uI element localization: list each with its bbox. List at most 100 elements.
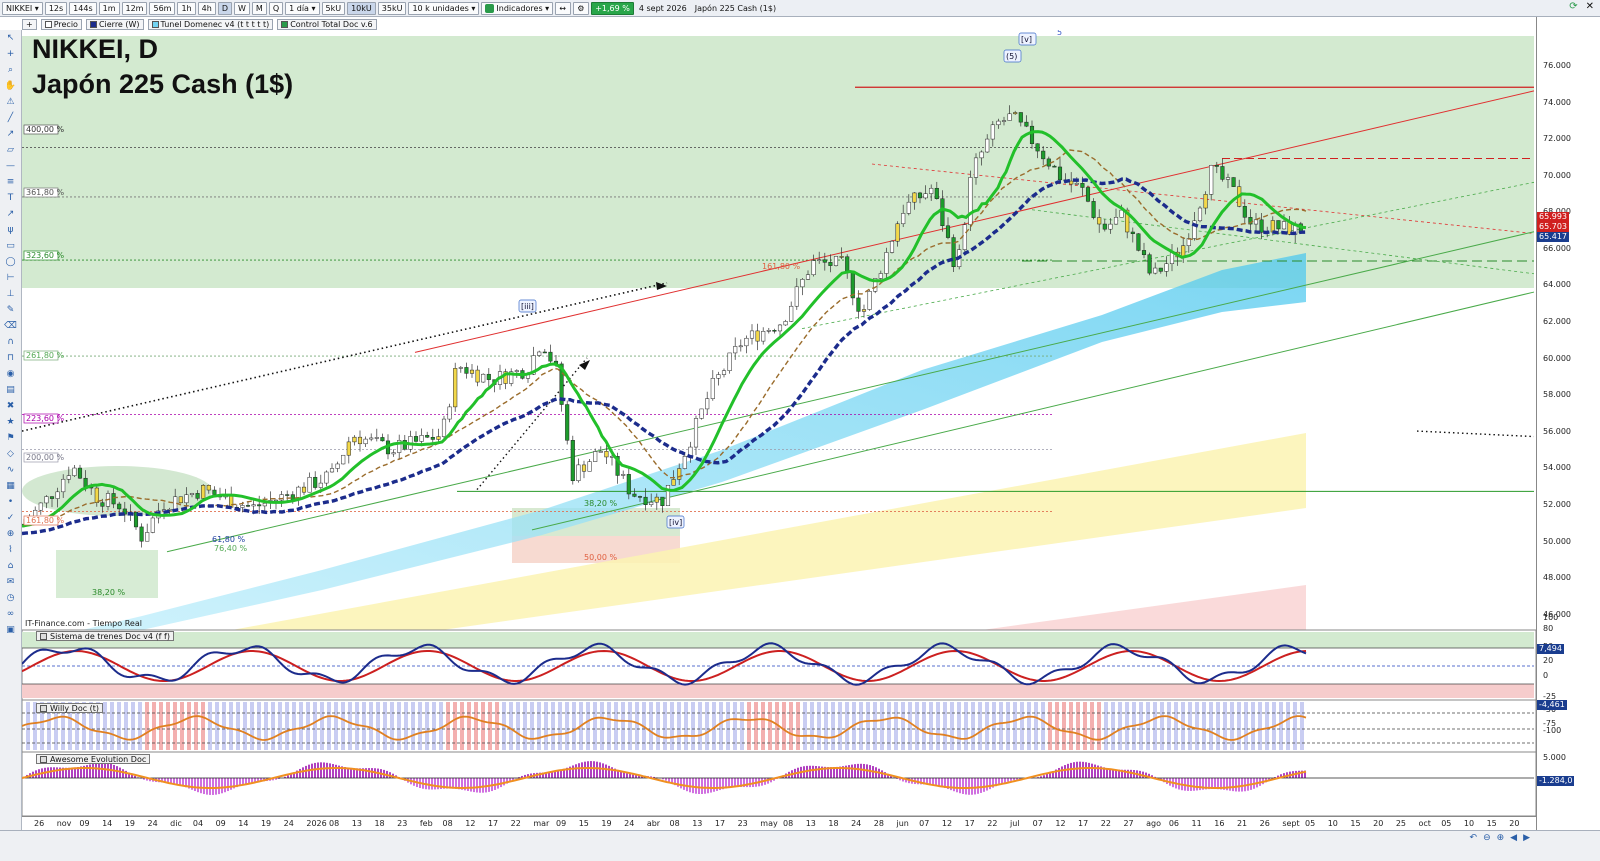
price-chart[interactable]: 400,00 % 361,80 % 323,60 % 261,80 % 223,60 %… — [21, 28, 1537, 817]
close-icon[interactable]: ✕ — [1586, 1, 1594, 12]
legend-item-close[interactable]: Cierre (W) — [85, 18, 144, 30]
text-icon[interactable]: T — [4, 192, 18, 205]
candle-body — [721, 370, 727, 375]
period-button-4h[interactable]: 4h — [197, 1, 216, 15]
time-tick: 21 — [1236, 819, 1248, 828]
grid-icon[interactable]: ▦ — [4, 480, 18, 493]
plus-icon[interactable]: ⊕ — [4, 528, 18, 541]
zoom-out-icon[interactable]: ⊖ — [1483, 833, 1491, 843]
zoom-icon[interactable]: ⌕ — [4, 64, 18, 77]
ray-icon[interactable]: ↗ — [4, 128, 18, 141]
candle-body — [677, 468, 682, 480]
time-tick: 17 — [487, 819, 499, 828]
crosshair-icon[interactable]: + — [4, 48, 18, 61]
legend-item-price[interactable]: Precio — [40, 18, 82, 30]
pen-icon[interactable]: ✎ — [4, 304, 18, 317]
scroll-left-icon[interactable]: ◀ — [1510, 833, 1517, 843]
ellipse-icon[interactable]: ◯ — [4, 256, 18, 269]
ruler-icon[interactable]: ⊥ — [4, 288, 18, 301]
indicator-title-willy[interactable]: Willy Doc (t) — [36, 703, 104, 713]
link-icon[interactable]: ∞ — [4, 608, 18, 621]
rect-icon[interactable]: ▭ — [4, 240, 18, 253]
magnet-icon[interactable]: ∩ — [4, 336, 18, 349]
period-button-1h[interactable]: 1h — [177, 1, 196, 15]
symbol-selector[interactable]: NIKKEI ▾ — [2, 1, 43, 15]
lot-selector[interactable]: 10 k unidades ▾ — [408, 1, 480, 15]
legend-add-icon[interactable]: + — [22, 18, 37, 30]
change-badge: +1,69 % — [591, 1, 634, 15]
candle-body — [940, 198, 945, 226]
flag-icon[interactable]: ⚑ — [4, 432, 18, 445]
trendline-icon[interactable]: ╱ — [4, 112, 18, 125]
dot-icon[interactable]: • — [4, 496, 18, 509]
restore-icon[interactable]: ⟳ — [1569, 1, 1577, 12]
unit-button-5ku[interactable]: 5kU — [321, 1, 346, 15]
zoom-in-icon[interactable]: ⊕ — [1497, 833, 1505, 843]
period-button-56m[interactable]: 56m — [149, 1, 176, 15]
candle-body — [453, 368, 458, 408]
candle-body — [240, 505, 245, 508]
indicator-title-awesome[interactable]: Awesome Evolution Doc — [36, 754, 151, 764]
period-button-12m[interactable]: 12m — [121, 1, 148, 15]
arrow-icon[interactable]: ↗ — [4, 208, 18, 221]
eye-icon[interactable]: ◉ — [4, 368, 18, 381]
wave-icon[interactable]: ∿ — [4, 464, 18, 477]
period-button-m[interactable]: M — [251, 1, 267, 15]
tag-icon[interactable]: ⌂ — [4, 560, 18, 573]
candle-body — [469, 369, 475, 374]
wave-label: [v] — [1021, 35, 1032, 44]
period-button-144s[interactable]: 144s — [69, 1, 97, 15]
unit-button-10ku[interactable]: 10kU — [347, 1, 376, 15]
pitchfork-icon[interactable]: ψ — [4, 224, 18, 237]
candle-body — [391, 452, 396, 455]
candle-body — [856, 297, 861, 312]
candle-body — [301, 486, 307, 493]
legend-item-control[interactable]: Control Total Doc v.6 — [277, 18, 377, 30]
period-button-w[interactable]: W — [233, 1, 250, 15]
indicator-title-trains[interactable]: Sistema de trenes Doc v4 (f f) — [36, 631, 174, 641]
candle-body — [1147, 254, 1152, 274]
pan-icon[interactable]: ✋ — [4, 80, 18, 93]
indicators-button[interactable]: Indicadores ▾ — [481, 1, 554, 15]
interval-selector[interactable]: 1 día ▾ — [285, 1, 320, 15]
star-icon[interactable]: ★ — [4, 416, 18, 429]
note-icon[interactable]: ✉ — [4, 576, 18, 589]
save-icon[interactable]: ▣ — [4, 624, 18, 637]
time-axis[interactable]: 26 nov 09 14 19 24 dic 04 09 14 19 24 2026 08 13 18 23 fe… — [22, 816, 1536, 830]
hline-icon[interactable]: — — [4, 160, 18, 173]
undo-icon[interactable]: ↶ — [1470, 833, 1478, 843]
layers-icon[interactable]: ▤ — [4, 384, 18, 397]
time-tick: may — [760, 819, 778, 828]
eraser-icon[interactable]: ⌫ — [4, 320, 18, 333]
legend-item-tunel[interactable]: Tunel Domenec v4 (t t t t t) — [147, 18, 274, 30]
measure-icon[interactable]: ⊢ — [4, 272, 18, 285]
period-buttons: 12s 144s 1m 12m 56m 1h 4h D W M Q — [44, 1, 284, 15]
period-button-12s[interactable]: 12s — [44, 1, 68, 15]
draw-tool-button[interactable]: ↔ — [555, 1, 572, 15]
lock-icon[interactable]: ⊓ — [4, 352, 18, 365]
period-button-d[interactable]: D — [217, 1, 232, 15]
cursor-icon[interactable]: ↖ — [4, 32, 18, 45]
price-axis[interactable]: 76.00074.00072.00070.00068.00066.00064.0… — [1536, 17, 1600, 845]
unit-button-35ku[interactable]: 35kU — [377, 1, 407, 15]
check-icon[interactable]: ✓ — [4, 512, 18, 525]
unit-buttons: 5kU 10kU 35kU — [321, 1, 407, 15]
brush-icon[interactable]: ⌇ — [4, 544, 18, 557]
candle-body — [738, 345, 743, 348]
candle-body — [777, 324, 783, 332]
fib-label: 261,80 % — [26, 351, 65, 360]
alert-icon[interactable]: ⚠ — [4, 96, 18, 109]
fib-inner-label: 38,20 % — [584, 499, 617, 508]
period-button-q[interactable]: Q — [268, 1, 284, 15]
shape-icon[interactable]: ◇ — [4, 448, 18, 461]
settings-button[interactable]: ⚙ — [573, 1, 590, 15]
fib-icon[interactable]: ≡ — [4, 176, 18, 189]
clock-icon[interactable]: ◷ — [4, 592, 18, 605]
time-tick: nov — [56, 819, 72, 828]
period-button-1m[interactable]: 1m — [98, 1, 120, 15]
trash-icon[interactable]: ✖ — [4, 400, 18, 413]
candle-body — [436, 436, 441, 440]
channel-icon[interactable]: ▱ — [4, 144, 18, 157]
scroll-right-icon[interactable]: ▶ — [1523, 833, 1530, 843]
candle-body — [195, 493, 200, 499]
